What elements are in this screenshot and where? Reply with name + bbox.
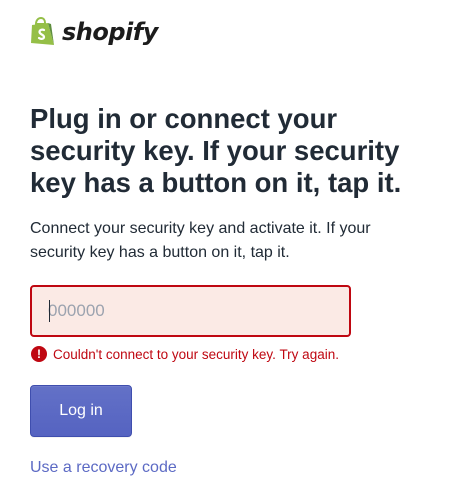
page-heading: Plug in or connect your security key. If… [30,103,402,198]
brand-name: shopify [62,18,158,46]
recovery-code-link[interactable]: Use a recovery code [30,459,177,477]
shopify-logo: shopify [30,17,158,47]
login-button[interactable]: Log in [30,385,132,437]
page-subtitle: Connect your security key and activate i… [30,220,371,261]
shopify-bag-icon [30,17,56,47]
security-code-input[interactable] [32,287,349,335]
error-text: Couldn't connect to your security key. T… [53,346,339,362]
security-code-field[interactable] [30,285,351,337]
error-exclamation-icon: ! [31,346,47,362]
text-caret [49,300,50,322]
error-message: ! Couldn't connect to your security key.… [31,346,339,362]
